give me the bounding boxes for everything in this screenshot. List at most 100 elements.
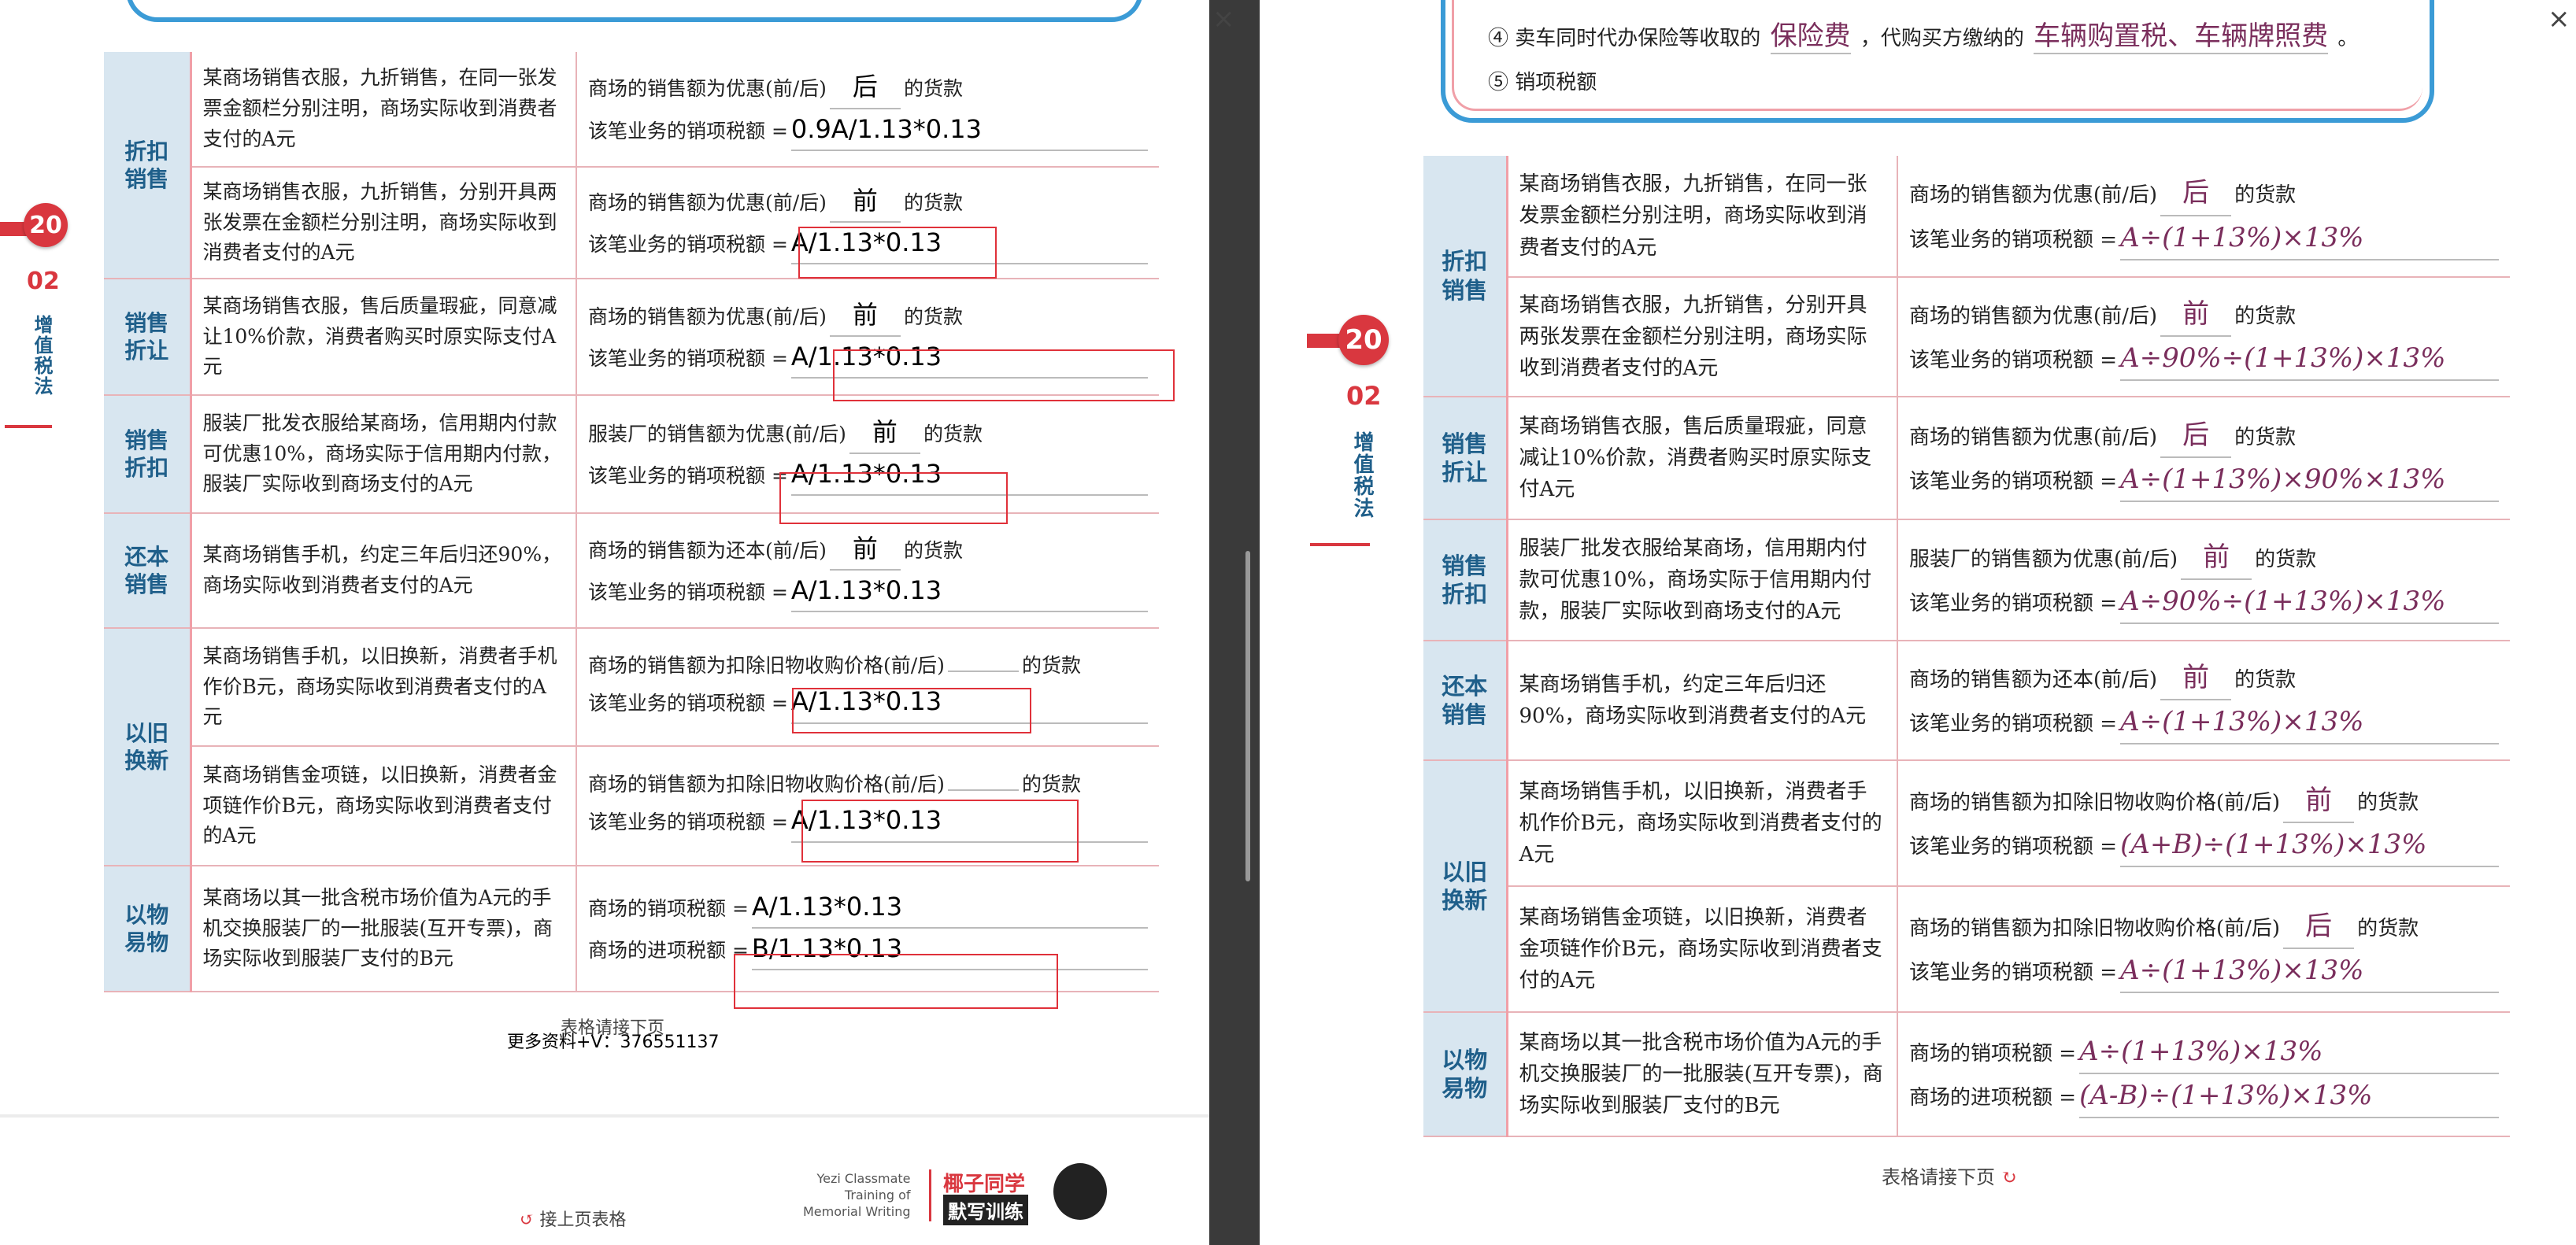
- brand-logo-bottom: 默写训练: [943, 1195, 1028, 1225]
- category-cell: 还本销售: [104, 513, 192, 629]
- description-cell: 某商场销售衣服，售后质量瑕疵，同意减让10%价款，消费者购买时原实际支付A元: [1507, 397, 1898, 520]
- handwritten-answer: 前: [2160, 656, 2232, 700]
- refresh-icon: ↻: [2000, 1166, 2017, 1188]
- category-cell: 折扣销售: [1423, 156, 1508, 397]
- handwritten-answer: 前: [2283, 779, 2355, 823]
- right-tax-table: 折扣销售 某商场销售衣服，九折销售，在同一张发票金额栏分别注明，商场实际收到消费…: [1423, 156, 2510, 1137]
- brand-divider: [929, 1169, 931, 1221]
- handwritten-answer: 后: [2283, 905, 2355, 949]
- section-rule: [5, 425, 52, 428]
- handwritten-answer: 后: [2160, 414, 2232, 458]
- page-gap: [0, 1114, 1209, 1118]
- tax-formula-answer: A÷(1+13%)×90%×13%: [2120, 458, 2499, 503]
- tax-formula-answer: (A-B)÷(1+13%)×13%: [2079, 1074, 2499, 1119]
- category-cell: 销售折扣: [104, 395, 192, 514]
- handwritten-answer[interactable]: 前: [829, 181, 901, 223]
- description-cell: 某商场销售衣服，九折销售，在同一张发票金额栏分别注明，商场实际收到消费者支付的A…: [1507, 156, 1898, 278]
- description-cell: 服装厂批发衣服给某商场，信用期内付款可优惠10%，商场实际于信用期内付款，服装厂…: [191, 395, 577, 514]
- section-number: 02: [27, 268, 60, 295]
- category-cell: 销售折扣: [1423, 519, 1508, 641]
- category-cell: 以旧换新: [104, 628, 192, 866]
- answer-cell: 商场的销售额为扣除旧物收购价格(前/后) 后的货款 该笔业务的销项税额 = A÷(1…: [1897, 886, 2510, 1013]
- category-cell: 以物易物: [1423, 1012, 1508, 1137]
- mascot-icon: [1053, 1163, 1107, 1220]
- close-icon[interactable]: ×: [1212, 3, 1235, 35]
- handwritten-answer[interactable]: 后: [829, 67, 901, 109]
- continue-next-note: 表格请接下页 ↻: [1882, 1166, 2017, 1188]
- annotation-box: [801, 800, 1079, 863]
- handwritten-answer[interactable]: 前: [849, 412, 920, 454]
- section-rule: [1310, 543, 1370, 546]
- handwritten-answer: 车辆购置税、车辆牌照费: [2034, 14, 2329, 54]
- brand-logo-top: 椰子同学: [943, 1173, 1026, 1196]
- description-cell: 某商场销售金项链，以旧换新，消费者金项链作价B元，商场实际收到消费者支付的A元: [191, 746, 577, 866]
- tax-formula-answer[interactable]: A/1.13*0.13: [790, 571, 1148, 613]
- description-cell: 某商场销售手机，以旧换新，消费者手机作价B元，商场实际收到消费者支付的A元: [191, 628, 577, 747]
- table-row: 还本销售 某商场销售手机，约定三年后归还90%，商场实际收到消费者支付的A元 商…: [104, 513, 1159, 629]
- table-row: 某商场销售金项链，以旧换新，消费者金项链作价B元，商场实际收到消费者支付的A元 …: [1423, 886, 2510, 1013]
- contact-text: 更多资料+V：376551137: [507, 1033, 720, 1052]
- right-page-pane[interactable]: ④ 卖车同时代办保险等收取的 保险费 ，代购买方缴纳的 车辆购置税、车辆牌照费 …: [1260, 0, 2576, 1245]
- tax-formula-answer: A÷(1+13%)×13%: [2120, 216, 2499, 260]
- tax-formula-answer: A÷90%÷(1+13%)×13%: [2120, 337, 2499, 382]
- description-cell: 服装厂批发衣服给某商场，信用期内付款可优惠10%，商场实际于信用期内付款，服装厂…: [1507, 519, 1898, 641]
- tax-formula-answer[interactable]: A/1.13*0.13: [751, 887, 1148, 929]
- section-number: 02: [1346, 381, 1382, 411]
- table-row: 销售折扣 服装厂批发衣服给某商场，信用期内付款可优惠10%，商场实际于信用期内付…: [1423, 519, 2510, 641]
- description-cell: 某商场以其一批含税市场价值为A元的手机交换服装厂的一批服装(互开专票)，商场实际…: [1507, 1012, 1898, 1137]
- section-title: 增值税法: [31, 315, 53, 397]
- answer-cell: 商场的销售额为扣除旧物收购价格(前/后) 前的货款 该笔业务的销项税额 = (A+B…: [1897, 760, 2510, 887]
- table-row: 折扣销售 某商场销售衣服，九折销售，在同一张发票金额栏分别注明，商场实际收到消费…: [104, 52, 1159, 279]
- handwritten-answer[interactable]: [947, 671, 1019, 673]
- answer-cell: 商场的销售额为优惠(前/后) 后的货款 该笔业务的销项税额 = A÷(1+13%)×…: [1897, 397, 2510, 520]
- tax-formula-answer: (A+B)÷(1+13%)×13%: [2120, 823, 2499, 868]
- table-row: 以物易物 某商场以其一批含税市场价值为A元的手机交换服装厂的一批服装(互开专票)…: [1423, 1012, 2510, 1137]
- annotation-box: [792, 688, 1031, 733]
- category-cell: 销售折让: [1423, 397, 1508, 520]
- tax-formula-answer: A÷90%÷(1+13%)×13%: [2120, 580, 2499, 625]
- annotation-box: [779, 472, 1008, 524]
- answer-cell: 商场的销项税额 = A÷(1+13%)×13% 商场的进项税额 = (A-B)÷(1…: [1897, 1012, 2510, 1137]
- description-cell: 某商场销售衣服，九折销售，分别开具两张发票在金额栏分别注明，商场实际收到消费者支…: [191, 167, 577, 279]
- handwritten-answer: 保险费: [1770, 14, 1851, 54]
- tax-formula-answer: A÷(1+13%)×13%: [2120, 949, 2499, 994]
- top-box-edge: [126, 0, 1143, 22]
- annotation-box: [798, 227, 997, 279]
- answer-cell: 商场的销售额为优惠(前/后) 后的货款 该笔业务的销项税额 = 0.9A/1.13*…: [576, 52, 1159, 168]
- handwritten-answer[interactable]: 前: [829, 529, 901, 571]
- category-cell: 以物易物: [104, 866, 192, 992]
- answer-cell: 商场的销售额为优惠(前/后) 前的货款 该笔业务的销项税额 = A÷90%÷(1+1…: [1897, 277, 2510, 397]
- handwritten-answer: 前: [2181, 536, 2252, 580]
- table-row: 销售折让 某商场销售衣服，售后质量瑕疵，同意减让10%价款，消费者购买时原实际支…: [1423, 397, 2510, 520]
- close-icon[interactable]: ×: [2548, 3, 2570, 35]
- description-cell: 某商场销售手机，约定三年后归还90%，商场实际收到消费者支付的A元: [1507, 641, 1898, 761]
- answer-cell: 商场的销售额为优惠(前/后) 后的货款 该笔业务的销项税额 = A÷(1+13%)×…: [1897, 156, 2510, 278]
- category-cell: 以旧换新: [1423, 760, 1508, 1013]
- refresh-icon: ↺: [520, 1210, 535, 1230]
- notes-line-4: ④ 卖车同时代办保险等收取的 保险费 ，代购买方缴纳的 车辆购置税、车辆牌照费 …: [1488, 14, 2358, 54]
- table-row: 折扣销售 某商场销售衣服，九折销售，在同一张发票金额栏分别注明，商场实际收到消费…: [1423, 156, 2510, 397]
- answer-cell: 商场的销售额为还本(前/后) 前的货款 该笔业务的销项税额 = A÷(1+13%)×…: [1897, 641, 2510, 761]
- description-cell: 某商场销售手机，以旧换新，消费者手机作价B元，商场实际收到消费者支付的A元: [1507, 760, 1898, 887]
- annotation-box: [833, 349, 1175, 401]
- description-cell: 某商场销售衣服，九折销售，分别开具两张发票在金额栏分别注明，商场实际收到消费者支…: [1507, 277, 1898, 397]
- handwritten-answer[interactable]: 前: [829, 295, 901, 337]
- description-cell: 某商场销售衣服，九折销售，在同一张发票金额栏分别注明，商场实际收到消费者支付的A…: [191, 52, 577, 168]
- table-row: 某商场销售衣服，九折销售，分别开具两张发票在金额栏分别注明，商场实际收到消费者支…: [104, 167, 1159, 279]
- description-cell: 某商场销售手机，约定三年后归还90%，商场实际收到消费者支付的A元: [191, 513, 577, 629]
- brand-english: Yezi Classmate Training of Memorial Writ…: [803, 1171, 911, 1219]
- tax-formula-answer: A÷(1+13%)×13%: [2120, 700, 2499, 745]
- continue-prev-note: ↺ 接上页表格: [520, 1210, 627, 1230]
- handwritten-answer[interactable]: [947, 789, 1019, 792]
- scrollbar-thumb[interactable]: [1245, 551, 1250, 881]
- left-page-pane[interactable]: 20 02 增值税法 折扣销售 某商场销售衣服，九折销售，在同一张发票金额栏分别…: [0, 0, 1209, 1245]
- category-cell: 销售折让: [104, 279, 192, 396]
- description-cell: 某商场销售金项链，以旧换新，消费者金项链作价B元，商场实际收到消费者支付的A元: [1507, 886, 1898, 1013]
- page-badge: 20: [1338, 315, 1389, 365]
- description-cell: 某商场以其一批含税市场价值为A元的手机交换服装厂的一批服装(互开专票)，商场实际…: [191, 866, 577, 992]
- annotation-box: [734, 954, 1058, 1009]
- notes-line-5: ⑤ 销项税额: [1488, 71, 1597, 94]
- answer-cell: 商场的销售额为还本(前/后) 前的货款 该笔业务的销项税额 = A/1.13*0.1…: [576, 513, 1159, 629]
- tax-formula-answer[interactable]: 0.9A/1.13*0.13: [790, 109, 1148, 151]
- description-cell: 某商场销售衣服，售后质量瑕疵，同意减让10%价款，消费者购买时原实际支付A元: [191, 279, 577, 396]
